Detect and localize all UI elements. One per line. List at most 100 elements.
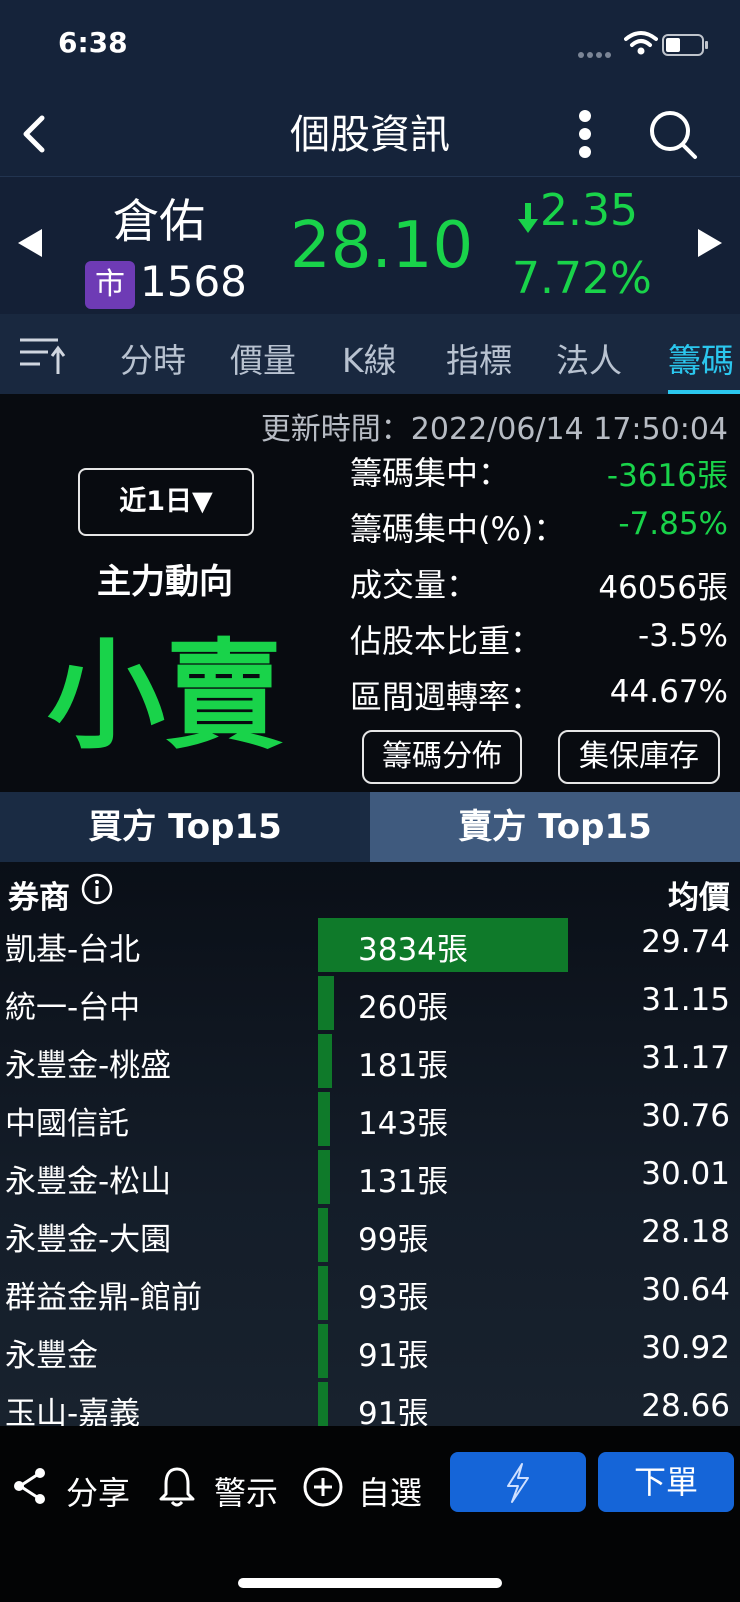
metric-value: -7.85% (618, 506, 728, 542)
metric-label: 成交量： (350, 566, 479, 604)
cellular-signal-icon (578, 43, 614, 62)
broker-volume: 181張 (358, 1048, 449, 1084)
tab-chips[interactable]: 籌碼 (668, 334, 734, 382)
table-row[interactable]: 永豐金-松山 131張 30.01 (0, 1148, 740, 1206)
table-row[interactable]: 永豐金-桃盛 181張 31.17 (0, 1032, 740, 1090)
price-change-percent: 7.72% (512, 253, 652, 304)
metric-label: 佔股本比重： (350, 622, 543, 660)
volume-bar (318, 1034, 332, 1088)
metric-value: 46056張 (598, 570, 728, 606)
broker-name: 玉山-嘉義 (5, 1396, 141, 1426)
search-icon[interactable] (646, 106, 700, 162)
table-row[interactable]: 玉山-嘉義 91張 28.66 (0, 1380, 740, 1426)
broker-volume: 131張 (358, 1164, 449, 1200)
volume-bar (318, 1266, 328, 1320)
prev-stock-icon[interactable] (14, 225, 46, 261)
tab-price-volume[interactable]: 價量 (230, 334, 296, 382)
info-icon[interactable] (80, 872, 114, 906)
chip-distribution-button[interactable]: 籌碼分佈 (362, 730, 522, 784)
more-vertical-icon[interactable] (570, 102, 600, 166)
broker-avg-price: 28.66 (641, 1388, 730, 1424)
next-stock-icon[interactable] (694, 225, 726, 261)
alert-label: 警示 (214, 1474, 279, 1512)
place-order-button[interactable]: 下單 (598, 1452, 734, 1512)
tab-bar: 分時 價量 K線 指標 法人 籌碼 (0, 314, 740, 394)
volume-bar (318, 1092, 330, 1146)
metric-value: -3616張 (606, 458, 728, 494)
update-time: 更新時間：2022/06/14 17:50:04 (260, 412, 728, 447)
broker-avg-price: 30.92 (641, 1330, 730, 1366)
metric-label: 籌碼集中(%)： (350, 510, 566, 548)
broker-avg-price: 31.17 (641, 1040, 730, 1076)
tab-sell-top15[interactable]: 賣方 Top15 (370, 792, 740, 862)
table-row[interactable]: 統一-台中 260張 31.15 (0, 974, 740, 1032)
broker-name: 群益金鼎-館前 (5, 1280, 203, 1316)
tab-institutional[interactable]: 法人 (556, 334, 622, 382)
broker-volume: 93張 (358, 1280, 429, 1316)
tab-indicators[interactable]: 指標 (446, 334, 512, 382)
arrow-down-icon (518, 203, 538, 233)
watchlist-button[interactable]: 自選 (302, 1456, 432, 1516)
broker-table: 券商 均價 凱基-台北 3834張 29.74 統一-台中 260張 31.15 永豐金-桃… (0, 862, 740, 1426)
broker-avg-price: 31.15 (641, 982, 730, 1018)
stock-name: 倉佑 (113, 194, 205, 248)
buy-sell-tabs: 買方 Top15 賣方 Top15 (0, 792, 740, 862)
volume-bar (318, 1208, 328, 1262)
sort-icon[interactable] (18, 334, 66, 378)
status-bar: 6:38 (0, 0, 740, 92)
stock-code: 1568 (140, 257, 247, 306)
chip-summary-panel: 更新時間：2022/06/14 17:50:04 近1日▼ 主力動向 小賣 籌碼… (0, 394, 740, 792)
metric-value: -3.5% (638, 618, 728, 654)
metric-label: 區間週轉率： (350, 678, 543, 716)
volume-bar (318, 1382, 328, 1426)
metric-value: 44.67% (609, 674, 728, 710)
broker-volume: 143張 (358, 1106, 449, 1142)
broker-name: 中國信託 (5, 1106, 129, 1142)
broker-avg-price: 30.64 (641, 1272, 730, 1308)
alert-button[interactable]: 警示 (158, 1456, 288, 1516)
broker-volume: 3834張 (358, 932, 468, 968)
header-broker: 券商 (8, 880, 70, 916)
tab-buy-top15[interactable]: 買方 Top15 (0, 792, 370, 862)
broker-name: 統一-台中 (5, 990, 141, 1026)
broker-name: 永豐金 (5, 1338, 98, 1374)
period-select[interactable]: 近1日▼ (78, 468, 254, 536)
broker-avg-price: 30.76 (641, 1098, 730, 1134)
main-trend-label: 主力動向 (97, 562, 233, 602)
bell-icon (159, 1467, 195, 1507)
battery-icon (662, 34, 708, 56)
watchlist-label: 自選 (358, 1474, 423, 1512)
broker-avg-price: 30.01 (641, 1156, 730, 1192)
home-indicator (238, 1578, 502, 1588)
broker-avg-price: 28.18 (641, 1214, 730, 1250)
add-circle-icon (303, 1467, 343, 1507)
broker-volume: 91張 (358, 1338, 429, 1374)
nav-bar: 個股資訊 (0, 92, 740, 176)
main-trend-value: 小賣 (46, 627, 283, 765)
price-change: 2.35 (540, 185, 638, 236)
tab-time-share[interactable]: 分時 (120, 334, 186, 382)
wifi-icon (624, 31, 658, 55)
volume-bar (318, 1324, 328, 1378)
share-button[interactable]: 分享 (12, 1456, 142, 1516)
custody-inventory-button[interactable]: 集保庫存 (558, 730, 720, 784)
stock-price: 28.10 (290, 209, 474, 283)
share-icon (14, 1468, 45, 1504)
table-row[interactable]: 永豐金-大園 99張 28.18 (0, 1206, 740, 1264)
lightning-icon (507, 1463, 529, 1503)
tab-k-line[interactable]: K線 (342, 334, 397, 382)
table-row[interactable]: 凱基-台北 3834張 29.74 (0, 916, 740, 974)
status-time: 6:38 (58, 26, 128, 59)
market-badge: 市 (85, 261, 135, 309)
table-row[interactable]: 中國信託 143張 30.76 (0, 1090, 740, 1148)
table-row[interactable]: 群益金鼎-館前 93張 30.64 (0, 1264, 740, 1322)
table-row[interactable]: 永豐金 91張 30.92 (0, 1322, 740, 1380)
broker-name: 凱基-台北 (5, 932, 141, 968)
metric-label: 籌碼集中： (350, 454, 511, 492)
page-title: 個股資訊 (290, 112, 450, 158)
broker-name: 永豐金-松山 (5, 1164, 172, 1200)
quick-order-button[interactable] (450, 1452, 586, 1512)
volume-bar (318, 1150, 330, 1204)
broker-volume: 99張 (358, 1222, 429, 1258)
broker-name: 永豐金-大園 (5, 1222, 172, 1258)
